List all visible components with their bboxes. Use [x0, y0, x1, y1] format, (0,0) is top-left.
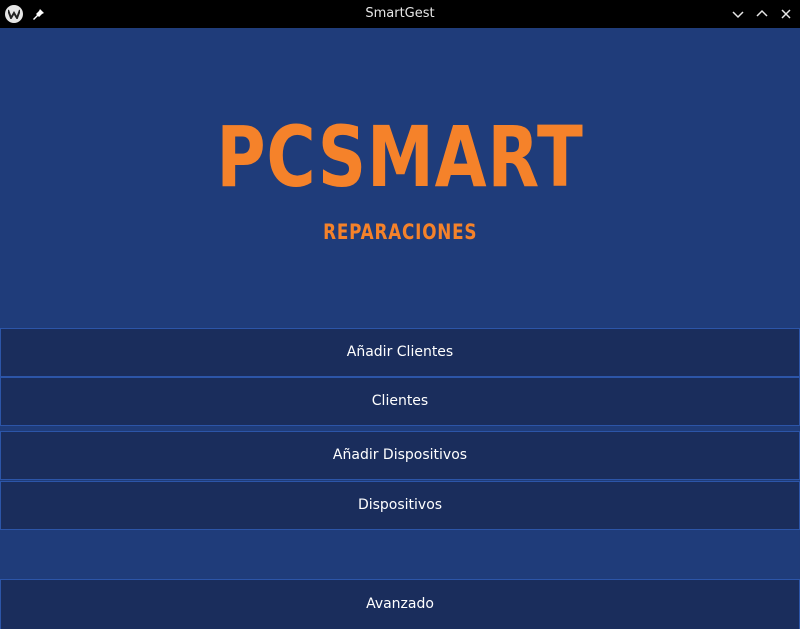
advanced-button[interactable]: Avanzado: [0, 579, 800, 629]
add-devices-button[interactable]: Añadir Dispositivos: [0, 431, 800, 480]
chevron-up-icon[interactable]: [754, 6, 770, 22]
logo-title: PCSMART: [216, 108, 584, 206]
main-content: PCSMART REPARACIONES Añadir Clientes Cli…: [0, 28, 800, 629]
add-clients-button[interactable]: Añadir Clientes: [0, 328, 800, 377]
clients-button[interactable]: Clientes: [0, 377, 800, 426]
devices-button[interactable]: Dispositivos: [0, 481, 800, 530]
title-bar: SmartGest: [0, 0, 800, 28]
logo-subtitle: REPARACIONES: [323, 220, 478, 244]
close-icon[interactable]: [778, 6, 794, 22]
chevron-down-icon[interactable]: [730, 6, 746, 22]
window-title: SmartGest: [365, 6, 435, 21]
